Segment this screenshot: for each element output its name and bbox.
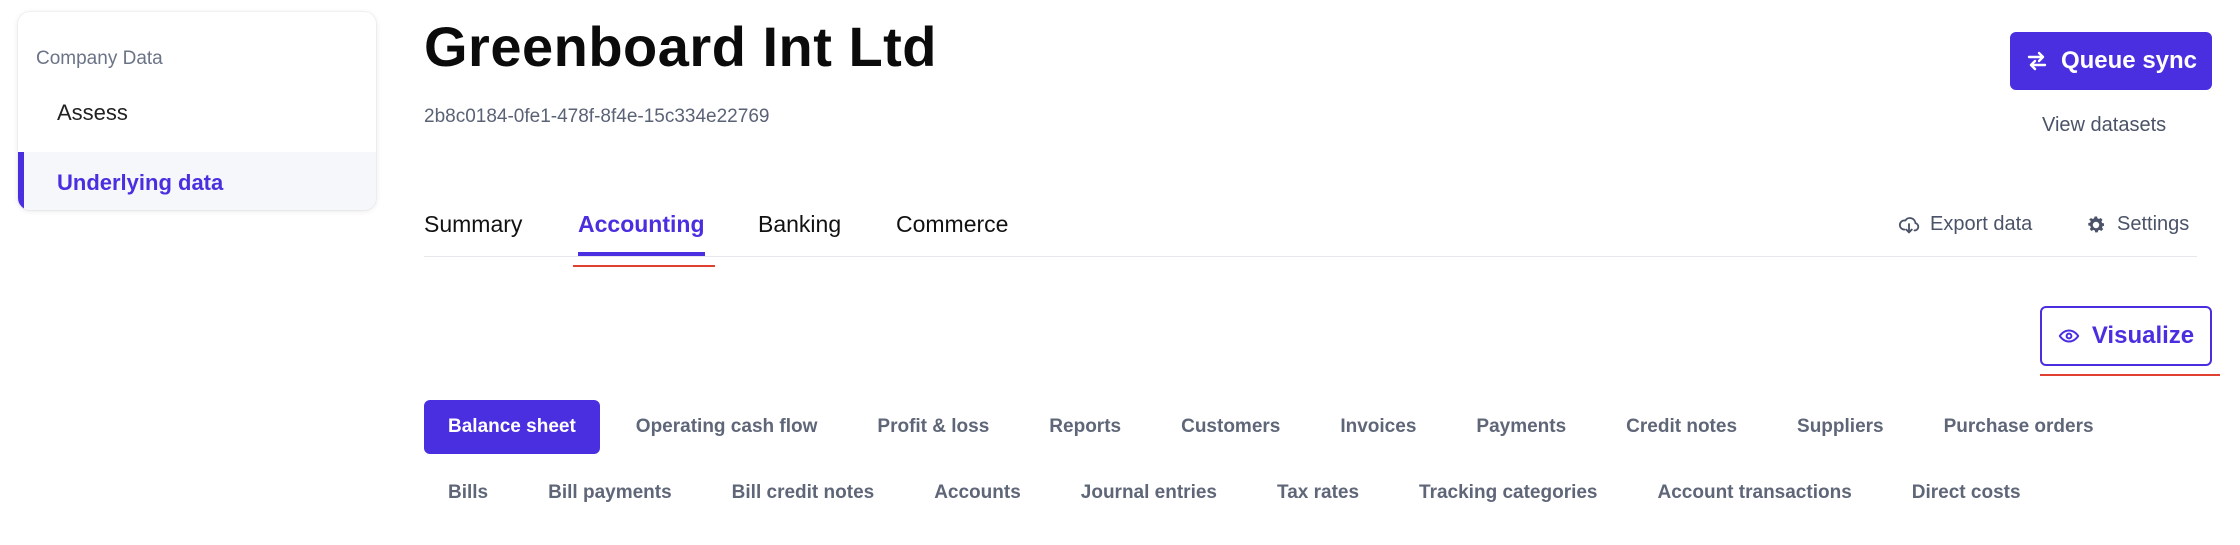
tab-banking[interactable]: Banking [758, 211, 841, 252]
subtab-reports[interactable]: Reports [1025, 400, 1145, 454]
settings-button[interactable]: Settings [2085, 213, 2189, 236]
tab-summary[interactable]: Summary [424, 211, 522, 252]
tab-accounting[interactable]: Accounting [578, 211, 705, 256]
export-data-button[interactable]: Export data [1898, 213, 2032, 236]
subtab-customers[interactable]: Customers [1157, 400, 1304, 454]
export-data-label: Export data [1930, 213, 2033, 235]
subtab-profit-loss[interactable]: Profit & loss [853, 400, 1013, 454]
sidebar-item-underlying-data[interactable]: Underlying data [18, 152, 376, 210]
subtab-invoices[interactable]: Invoices [1316, 400, 1440, 454]
subtab-credit-notes[interactable]: Credit notes [1602, 400, 1761, 454]
gear-icon [2085, 214, 2107, 236]
sync-arrows-icon [2025, 49, 2049, 73]
page-title: Greenboard Int Ltd [424, 15, 937, 78]
annotation-underline-visualize [2040, 374, 2220, 376]
sidebar: Company Data Assess Underlying data [18, 12, 376, 210]
subtab-direct-costs[interactable]: Direct costs [1888, 466, 2045, 520]
subtab-accounts[interactable]: Accounts [910, 466, 1045, 520]
subtab-bill-payments[interactable]: Bill payments [524, 466, 696, 520]
subtab-tax-rates[interactable]: Tax rates [1253, 466, 1383, 520]
subtab-bills[interactable]: Bills [424, 466, 512, 520]
sidebar-item-assess[interactable]: Assess [18, 82, 376, 144]
settings-label: Settings [2117, 213, 2190, 235]
queue-sync-button[interactable]: Queue sync [2010, 32, 2212, 90]
queue-sync-label: Queue sync [2060, 47, 2198, 74]
subtabs-row-1: Balance sheet Operating cash flow Profit… [424, 400, 2130, 454]
subtab-operating-cash-flow[interactable]: Operating cash flow [612, 400, 842, 454]
company-id: 2b8c0184-0fe1-478f-8f4e-15c334e22769 [424, 106, 770, 127]
subtab-suppliers[interactable]: Suppliers [1773, 400, 1908, 454]
visualize-button[interactable]: Visualize [2040, 306, 2212, 366]
subtab-bill-credit-notes[interactable]: Bill credit notes [708, 466, 899, 520]
view-datasets-link[interactable]: View datasets [2042, 114, 2166, 137]
annotation-underline-accounting [573, 265, 715, 267]
tab-commerce[interactable]: Commerce [896, 211, 1008, 252]
subtab-tracking-categories[interactable]: Tracking categories [1395, 466, 1621, 520]
subtab-payments[interactable]: Payments [1452, 400, 1590, 454]
subtab-journal-entries[interactable]: Journal entries [1057, 466, 1241, 520]
subtab-account-transactions[interactable]: Account transactions [1634, 466, 1876, 520]
visualize-label: Visualize [2091, 322, 2195, 349]
subtab-balance-sheet[interactable]: Balance sheet [424, 400, 600, 454]
sidebar-section-label: Company Data [36, 48, 163, 69]
cloud-download-icon [1898, 214, 1920, 236]
eye-icon [2058, 325, 2080, 347]
subtabs-row-2: Bills Bill payments Bill credit notes Ac… [424, 466, 2057, 520]
subtab-purchase-orders[interactable]: Purchase orders [1920, 400, 2118, 454]
